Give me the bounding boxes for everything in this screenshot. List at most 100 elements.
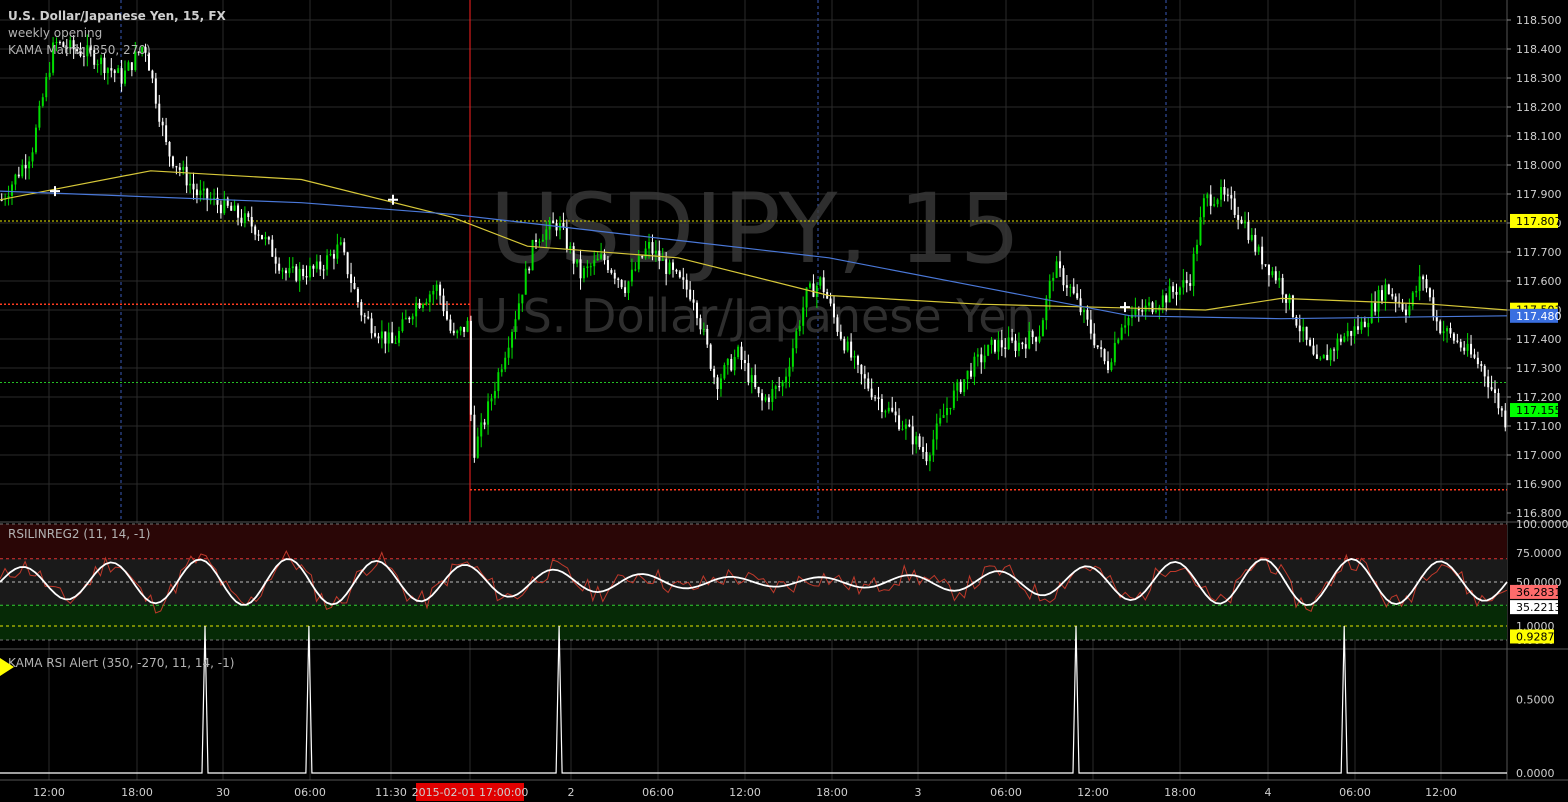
candle-body-283 (969, 370, 972, 377)
candle-body-156 (535, 239, 538, 242)
candle-body-294 (1007, 337, 1010, 349)
candle-body-282 (966, 370, 969, 380)
candle-body-169 (579, 259, 582, 279)
symbol-title[interactable]: U.S. Dollar/Japanese Yen, 15, FX (8, 9, 226, 23)
candle-body-417 (1428, 288, 1431, 298)
candle-body-204 (699, 318, 702, 330)
candle-body-364 (1247, 221, 1250, 240)
candle-body-97 (332, 254, 335, 259)
candle-body-231 (791, 348, 794, 367)
candle-body-52 (178, 167, 181, 170)
candle-body-129 (442, 295, 445, 312)
candle-body-199 (682, 277, 685, 280)
rsi-badge-1: 35.2213 (1516, 601, 1562, 614)
candle-body-382 (1309, 339, 1312, 346)
candle-body-146 (500, 369, 503, 373)
candle-body-222 (761, 393, 764, 401)
candle-body-239 (819, 277, 822, 286)
candle-body-139 (476, 436, 479, 458)
candle-body-352 (1206, 194, 1209, 199)
candle-body-405 (1387, 284, 1390, 295)
candle-body-35 (120, 68, 123, 84)
time-label-2: 30 (216, 786, 230, 799)
candle-body-262 (898, 415, 901, 430)
candle-body-295 (1011, 337, 1014, 341)
candle-body-244 (836, 317, 839, 332)
candle-body-177 (606, 260, 609, 271)
candle-body-344 (1178, 287, 1181, 295)
candle-body-174 (596, 258, 599, 261)
candle-body-331 (1134, 308, 1137, 315)
alert-panel-label[interactable]: KAMA RSI Alert (350, -270, 11, 14, -1) (8, 656, 234, 670)
candle-body-181 (620, 279, 623, 288)
watermark-symbol: USDJPY, 15 (489, 173, 1020, 285)
candle-body-208 (713, 368, 716, 378)
price-tick-label-12: 117.300 (1516, 362, 1562, 375)
candle-body-141 (483, 422, 486, 425)
candle-body-437 (1497, 393, 1500, 409)
candle-body-219 (750, 375, 753, 383)
candle-body-394 (1350, 331, 1353, 336)
candle-body-83 (284, 270, 287, 274)
candle-body-136 (466, 320, 469, 332)
candle-body-185 (634, 269, 637, 271)
candle-body-286 (980, 354, 983, 363)
candle-body-229 (785, 376, 788, 383)
candle-body-8 (28, 161, 31, 169)
candle-body-349 (1196, 244, 1199, 254)
candle-body-110 (377, 336, 380, 339)
candle-body-406 (1391, 294, 1394, 297)
candle-body-315 (1079, 298, 1082, 313)
candle-body-158 (541, 239, 544, 242)
candle-body-391 (1339, 338, 1342, 342)
candle-body-251 (860, 364, 863, 375)
candle-body-148 (507, 347, 510, 358)
candle-body-7 (24, 165, 27, 169)
indicator-weekly-opening[interactable]: weekly opening (8, 26, 102, 40)
rsi-oversold-zone (0, 605, 1507, 640)
candle-body-425 (1456, 340, 1459, 342)
candle-body-311 (1065, 285, 1068, 288)
candle-body-243 (832, 303, 835, 318)
candle-body-287 (983, 355, 986, 363)
candle-body-429 (1470, 343, 1473, 355)
candle-body-152 (521, 294, 524, 304)
candle-body-128 (439, 284, 442, 296)
price-tick-label-16: 116.900 (1516, 478, 1562, 491)
candle-body-259 (887, 407, 890, 412)
candle-body-67 (230, 205, 233, 211)
candle-body-108 (370, 318, 373, 334)
candle-body-292 (1000, 340, 1003, 348)
candle-body-206 (706, 328, 709, 345)
price-tick-label-5: 118.000 (1516, 159, 1562, 172)
candle-body-337 (1154, 310, 1157, 313)
candle-body-175 (600, 254, 603, 259)
alert-tick-label-1: 0.5000 (1516, 694, 1555, 707)
candle-body-69 (237, 205, 240, 218)
rsi-panel-label[interactable]: RSILINREG2 (11, 14, -1) (8, 527, 151, 541)
chart-canvas[interactable]: USDJPY, 15 U.S. Dollar/Japanese Yen 118.… (0, 0, 1568, 802)
time-label-6: 06:00 (642, 786, 674, 799)
candle-body-307 (1052, 277, 1055, 281)
price-tick-label-1: 118.400 (1516, 43, 1562, 56)
candle-body-176 (603, 254, 606, 261)
indicator-kama-matrix[interactable]: KAMA Matrix (350, 270) (8, 43, 151, 57)
candle-body-55 (189, 183, 192, 186)
candle-body-317 (1086, 310, 1089, 320)
candle-body-397 (1360, 321, 1363, 330)
time-label-8: 18:00 (816, 786, 848, 799)
candle-body-111 (380, 331, 383, 339)
candle-body-30 (103, 57, 106, 74)
time-label-12: 18:00 (1164, 786, 1196, 799)
candle-body-182 (624, 287, 627, 294)
candle-body-115 (394, 342, 397, 344)
candle-body-57 (195, 189, 198, 196)
candle-body-237 (812, 283, 815, 297)
candle-body-133 (456, 330, 459, 334)
candle-body-339 (1161, 295, 1164, 308)
candle-body-155 (531, 239, 534, 271)
candle-body-298 (1021, 342, 1024, 345)
candle-body-270 (925, 451, 928, 462)
time-label-0: 12:00 (33, 786, 65, 799)
price-badge-0: 117.807 (1516, 215, 1562, 228)
